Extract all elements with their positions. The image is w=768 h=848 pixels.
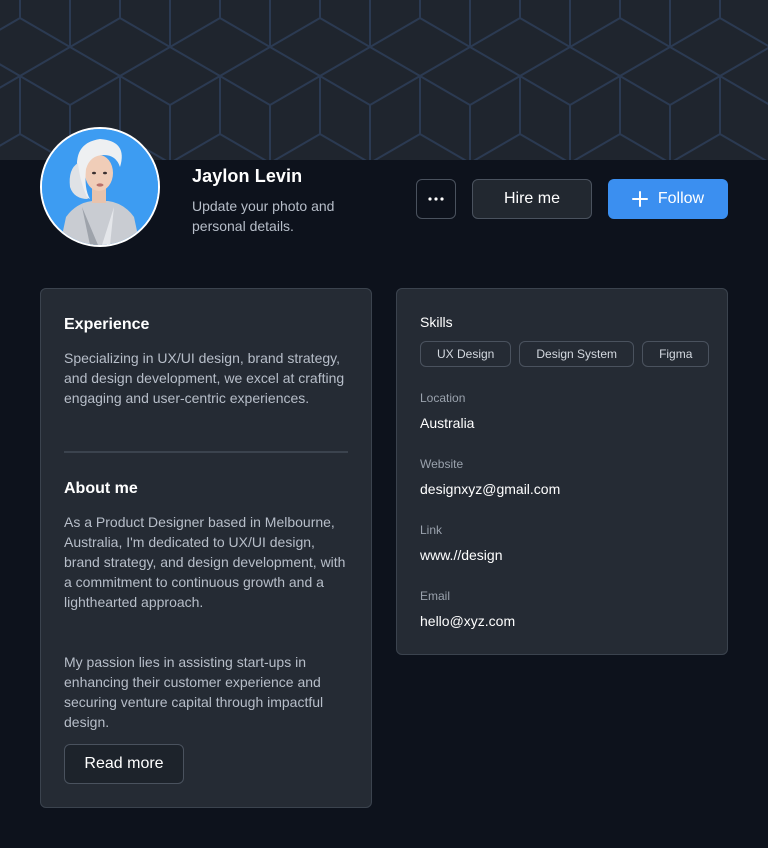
hire-me-label: Hire me [503, 190, 560, 207]
read-more-label: Read more [84, 755, 164, 772]
plus-icon [631, 191, 648, 207]
experience-about-card: Experience Specializing in UX/UI design,… [40, 288, 372, 808]
email-label: Email [420, 589, 451, 603]
link-value[interactable]: www.//design [420, 547, 502, 563]
skill-chip[interactable]: Design System [519, 341, 635, 367]
location-value: Australia [420, 415, 475, 431]
profile-subtitle: Update your photo and personal details. [192, 198, 335, 234]
location-label: Location [420, 391, 466, 405]
website-label: Website [420, 457, 464, 471]
link-label: Link [420, 523, 443, 537]
skill-chip[interactable]: Figma [642, 341, 710, 367]
experience-title: Experience [64, 316, 150, 333]
avatar[interactable] [40, 127, 160, 247]
skill-chip[interactable]: UX Design [420, 341, 512, 367]
hire-me-button[interactable]: Hire me [472, 179, 592, 219]
more-options-button[interactable] [416, 179, 456, 219]
follow-button[interactable]: Follow [608, 179, 728, 219]
about-paragraph-1: As a Product Designer based in Melbourne… [64, 514, 346, 610]
details-card: Skills UX Design Design System Figma Loc… [396, 288, 728, 655]
more-horizontal-icon [428, 197, 444, 201]
skills-label: Skills [420, 314, 453, 330]
section-divider [64, 451, 348, 453]
follow-label: Follow [657, 190, 705, 207]
profile-page: Jaylon Levin Update your photo and perso… [0, 0, 768, 848]
skills-chips: UX Design Design System Figma [420, 341, 710, 367]
about-title: About me [64, 480, 138, 497]
profile-name: Jaylon Levin [192, 166, 303, 186]
experience-text: Specializing in UX/UI design, brand stra… [64, 350, 345, 406]
read-more-button[interactable]: Read more [64, 744, 184, 784]
email-value[interactable]: hello@xyz.com [420, 613, 515, 629]
about-paragraph-2: My passion lies in assisting start-ups i… [64, 654, 324, 730]
website-value[interactable]: designxyz@gmail.com [420, 481, 560, 497]
avatar-photo [42, 129, 158, 245]
